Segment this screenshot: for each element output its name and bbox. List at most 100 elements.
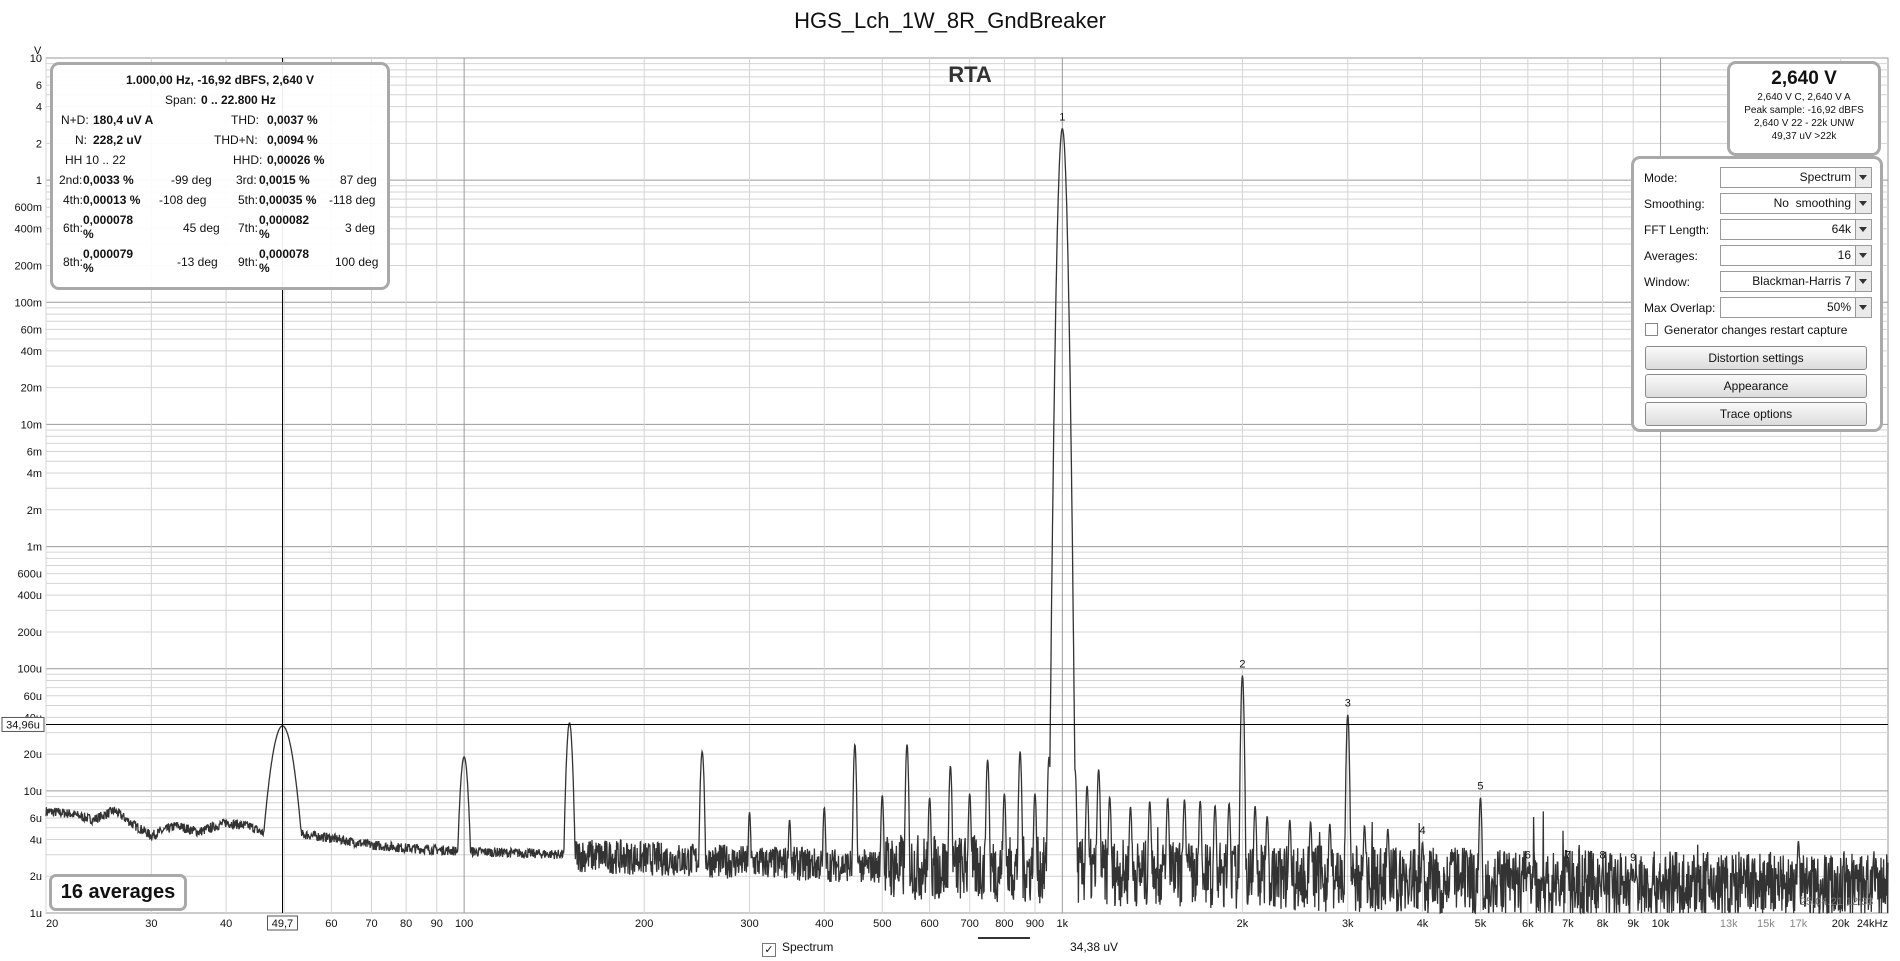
y-tick-label: 4m	[27, 468, 42, 480]
x-tick-label: 10k	[1652, 918, 1670, 930]
window-select[interactable]: Blackman-Harris 7	[1720, 271, 1872, 292]
generator-restart-checkbox[interactable]	[1645, 323, 1658, 336]
smoothing-row: Smoothing: No smoothing	[1644, 193, 1872, 215]
y-tick-label: 20m	[21, 383, 42, 395]
x-tick-label: 200	[635, 918, 653, 930]
legend-value: 34,38 uV	[1070, 940, 1119, 954]
generator-restart-option[interactable]: Generator changes restart capture	[1645, 323, 1847, 337]
x-tick-label: 7k	[1562, 918, 1574, 930]
y-tick-label: 4u	[30, 834, 42, 846]
averages-row: Averages: 16	[1644, 245, 1872, 267]
y-tick-label: 40m	[21, 346, 42, 358]
x-tick-label: 4k	[1417, 918, 1429, 930]
y-tick-label: 2m	[27, 505, 42, 517]
y-tick-label: 600m	[14, 202, 42, 214]
harmonic-marker: 3	[1345, 698, 1351, 710]
fft-length-row: FFT Length: 64k	[1644, 219, 1872, 241]
chevron-down-icon[interactable]	[1855, 246, 1871, 265]
chevron-down-icon[interactable]	[1855, 194, 1871, 213]
x-tick-label: 1k	[1057, 918, 1069, 930]
legend-name: Spectrum	[782, 940, 834, 954]
plot-label: RTA	[948, 62, 992, 87]
mode-row: Mode: Spectrum	[1644, 167, 1872, 189]
window-row: Window: Blackman-Harris 7	[1644, 271, 1872, 293]
averages-select[interactable]: 16	[1720, 245, 1872, 266]
x-tick-label: 9k	[1627, 918, 1639, 930]
rta-settings-panel: Mode: Spectrum Smoothing: No smoothing F…	[1631, 156, 1883, 432]
legend-line-swatch	[978, 937, 1030, 939]
harmonic-marker: 7	[1565, 850, 1571, 862]
harmonic-marker: 2	[1239, 658, 1245, 670]
averages-badge: 16 averages	[49, 874, 187, 911]
level-reading-line: Peak sample: -16,92 dBFS	[1744, 105, 1864, 116]
trace-options-button[interactable]: Trace options	[1645, 402, 1867, 426]
harmonic-marker: 6	[1525, 850, 1531, 862]
y-tick-label: 200u	[18, 627, 42, 639]
x-tick-label: 30	[145, 918, 157, 930]
appearance-button[interactable]: Appearance	[1645, 374, 1867, 398]
distortion-settings-button[interactable]: Distortion settings	[1645, 346, 1867, 370]
y-tick-label: 1u	[30, 908, 42, 920]
level-reading-line: 2,640 V C, 2,640 V A	[1757, 92, 1851, 103]
harmonic-marker: 1	[1059, 112, 1065, 124]
level-reading-panel: 2,640 V 2,640 V C, 2,640 V A Peak sample…	[1727, 61, 1881, 156]
y-tick-label: 600u	[18, 569, 42, 581]
harmonic-marker: 9	[1630, 852, 1636, 864]
chevron-down-icon[interactable]	[1855, 272, 1871, 291]
x-tick-label: 100	[455, 918, 473, 930]
x-tick-label: 700	[960, 918, 978, 930]
x-tick-label: 300	[740, 918, 758, 930]
x-tick-label: 40	[220, 918, 232, 930]
y-tick-label: 4	[36, 102, 42, 114]
x-tick-label: 24kHz	[1857, 918, 1888, 930]
timestamp: 25.04.21 12:33	[1800, 896, 1874, 908]
fft-length-select[interactable]: 64k	[1720, 219, 1872, 240]
x-tick-label: 3k	[1342, 918, 1354, 930]
y-tick-label: 100u	[18, 664, 42, 676]
x-cursor-readout: 49,7	[272, 918, 293, 930]
y-tick-label: 1	[36, 175, 42, 187]
mode-select[interactable]: Spectrum	[1720, 167, 1872, 188]
legend-item-spectrum[interactable]: ✓ Spectrum	[762, 940, 833, 957]
legend-checkbox[interactable]: ✓	[762, 943, 776, 957]
harmonic-marker: 4	[1419, 825, 1425, 837]
x-tick-label: 800	[995, 918, 1013, 930]
x-tick-label: 20	[46, 918, 58, 930]
x-tick-label: 900	[1026, 918, 1044, 930]
y-tick-label: 2	[36, 138, 42, 150]
x-tick-label: 600	[920, 918, 938, 930]
y-tick-label: 6m	[27, 447, 42, 459]
y-tick-label: 20u	[24, 749, 42, 761]
distortion-panel: 1.000,00 Hz, -16,92 dBFS, 2,640 V Span: …	[50, 62, 390, 290]
x-tick-label: 500	[873, 918, 891, 930]
max-overlap-select[interactable]: 50%	[1720, 297, 1872, 318]
y-tick-label: 6u	[30, 813, 42, 825]
y-tick-label: 400u	[18, 590, 42, 602]
x-tick-label: 400	[815, 918, 833, 930]
x-tick-label: 15k	[1757, 918, 1775, 930]
max-overlap-row: Max Overlap: 50%	[1644, 297, 1872, 319]
x-tick-label: 5k	[1475, 918, 1487, 930]
dist-header: 1.000,00 Hz, -16,92 dBFS, 2,640 V	[125, 73, 315, 87]
level-reading-line: 2,640 V 22 - 22k UNW	[1753, 118, 1855, 129]
chevron-down-icon[interactable]	[1855, 298, 1871, 317]
y-tick-label: 6	[36, 80, 42, 92]
chevron-down-icon[interactable]	[1855, 220, 1871, 239]
harmonic-marker: 5	[1477, 781, 1483, 793]
y-cursor-readout: 34,96u	[6, 719, 40, 731]
level-reading-value: 2,640 V	[1771, 68, 1837, 89]
x-tick-label: 17k	[1790, 918, 1808, 930]
x-tick-label: 70	[365, 918, 377, 930]
chevron-down-icon[interactable]	[1855, 168, 1871, 187]
y-tick-label: 1m	[27, 542, 42, 554]
smoothing-select[interactable]: No smoothing	[1720, 193, 1872, 214]
y-tick-label: 2u	[30, 871, 42, 883]
x-tick-label: 6k	[1522, 918, 1534, 930]
y-tick-label: 10u	[24, 786, 42, 798]
y-tick-label: 100m	[14, 297, 42, 309]
x-tick-label: 2k	[1237, 918, 1249, 930]
harmonic-marker: 8	[1600, 850, 1606, 862]
y-tick-label: 400m	[14, 224, 42, 236]
x-tick-label: 20k	[1832, 918, 1850, 930]
x-tick-label: 13k	[1720, 918, 1738, 930]
